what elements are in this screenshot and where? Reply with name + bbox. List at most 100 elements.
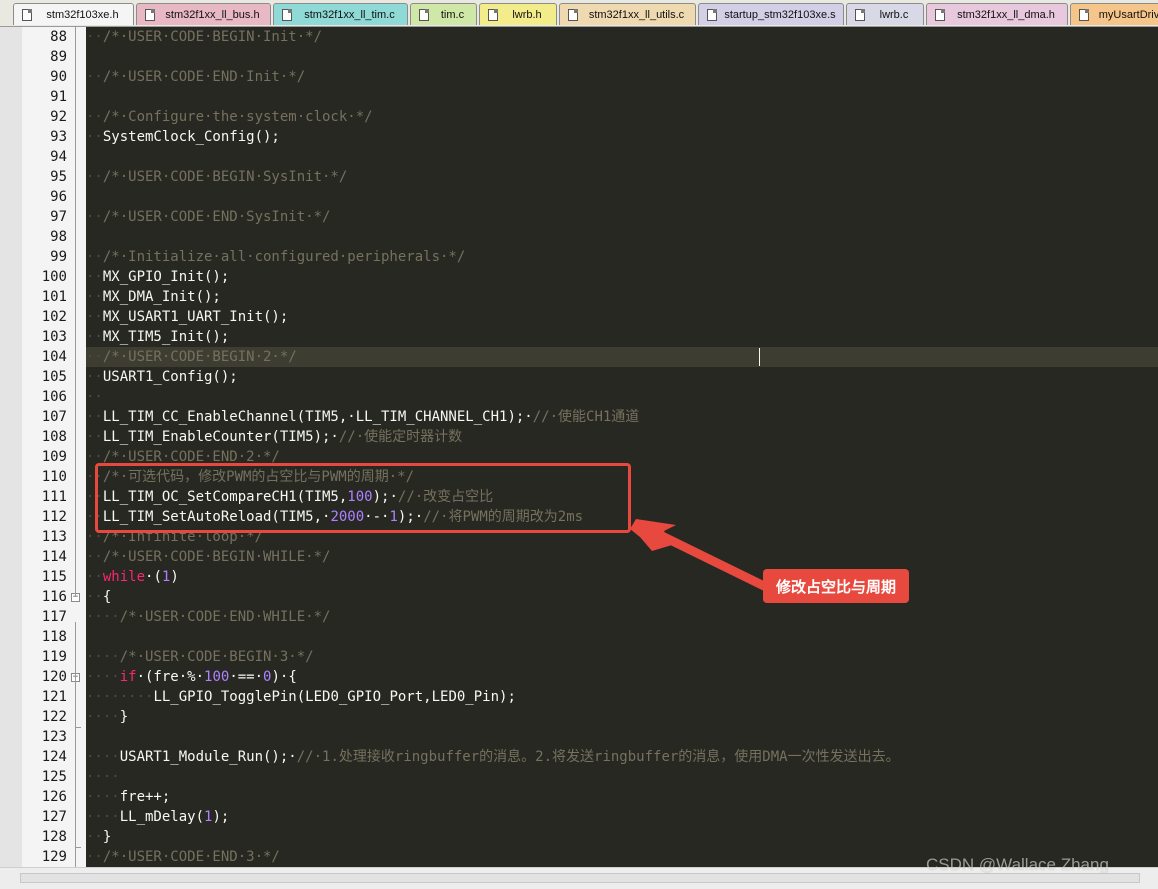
code-line[interactable]: ··} [86,827,1158,847]
code-token: ); [212,809,230,825]
code-line[interactable]: ··MX_TIM5_Init(); [86,327,1158,347]
code-token: if [119,669,137,685]
code-line[interactable]: ··USART1_Config(); [86,367,1158,387]
doc-icon [568,8,578,21]
tab-label: stm32f1xx_ll_bus.h [165,8,260,21]
tab-tim-c[interactable]: tim.c [410,3,477,25]
code-line[interactable]: ········LL_GPIO_TogglePin(LED0_GPIO_Port… [86,687,1158,707]
code-line[interactable] [86,227,1158,247]
code-token: ·==· [229,669,264,685]
tab-startup-stm32f103xe-s[interactable]: startup_stm32f103xe.s [698,3,844,25]
whitespace-marker: ···· [86,749,120,765]
whitespace-marker: ·· [86,209,103,225]
code-line[interactable]: ··/*·USER·CODE·END·SysInit·*/ [86,207,1158,227]
code-line[interactable]: ··{ [86,587,1158,607]
code-line[interactable]: ··LL_TIM_EnableCounter(TIM5);·//·使能定时器计数 [86,427,1158,447]
code-line[interactable]: ··LL_TIM_CC_EnableChannel(TIM5,·LL_TIM_C… [86,407,1158,427]
whitespace-marker: ·· [86,309,103,325]
code-token: /*·USER·CODE·BEGIN·Init·*/ [102,29,323,45]
code-token: /*·Initialize·all·configured·peripherals… [102,249,466,265]
tab-stm32f1xx-ll-bus-h[interactable]: stm32f1xx_ll_bus.h [136,3,271,25]
whitespace-marker: ···· [86,669,120,685]
code-token: LL_TIM_EnableCounter(TIM5);· [102,429,339,445]
line-number: 116 [41,589,67,605]
code-token: /*·USER·CODE·END·WHILE·*/ [119,609,331,625]
tab-myusartdriv[interactable]: myUsartDriv [1070,3,1158,25]
line-number: 111 [41,489,67,505]
whitespace-marker: ·· [86,409,103,425]
code-token: /*·Configure·the·system·clock·*/ [102,109,373,125]
tab-lwrb-c[interactable]: lwrb.c [846,3,924,25]
code-line[interactable]: ··/*·USER·CODE·BEGIN·2·*/ [86,347,1158,367]
code-line[interactable]: ··/*·USER·CODE·BEGIN·SysInit·*/ [86,167,1158,187]
whitespace-marker: ·· [86,829,103,845]
whitespace-marker: ·· [86,69,103,85]
code-token: { [102,589,112,605]
code-line[interactable]: ··/*·USER·CODE·BEGIN·WHILE·*/ [86,547,1158,567]
whitespace-marker: ·· [86,329,103,345]
code-line[interactable]: ····fre++; [86,787,1158,807]
code-line[interactable]: ··MX_USART1_UART_Init(); [86,307,1158,327]
code-line[interactable]: ····} [86,707,1158,727]
line-number: 122 [41,709,67,725]
whitespace-marker: ···· [86,789,120,805]
doc-modified-icon [419,8,429,21]
whitespace-marker: ········ [86,689,154,705]
code-token: //·使能定时器计数 [338,429,463,445]
tab-label: myUsartDriv [1098,8,1158,21]
line-number: 95 [50,169,67,185]
code-line[interactable] [86,87,1158,107]
code-line[interactable]: ····/*·USER·CODE·END·WHILE·*/ [86,607,1158,627]
line-number: 108 [41,429,67,445]
whitespace-marker: ···· [86,809,120,825]
code-line[interactable]: ··/*·Initialize·all·configured·periphera… [86,247,1158,267]
code-token: /*·USER·CODE·BEGIN·WHILE·*/ [102,549,331,565]
code-line[interactable] [86,187,1158,207]
code-line[interactable]: ···· [86,767,1158,787]
code-token: //·使能CH1通道 [532,409,640,425]
line-number: 88 [50,29,67,45]
code-line[interactable]: ··MX_GPIO_Init(); [86,267,1158,287]
tab-label: startup_stm32f103xe.s [724,8,836,21]
line-number: 104 [41,349,67,365]
tab-stm32f1xx-ll-utils-c[interactable]: stm32f1xx_ll_utils.c [559,3,696,25]
line-number: 93 [50,129,67,145]
code-token: while [102,569,146,585]
code-line[interactable]: ····USART1_Module_Run();·//·1.处理接收ringbu… [86,747,1158,767]
fold-guide [75,622,76,872]
whitespace-marker: ·· [86,29,103,45]
code-line[interactable]: ··SystemClock_Config(); [86,127,1158,147]
code-line[interactable]: ·· [86,387,1158,407]
tab-stm32f103xe-h[interactable]: stm32f103xe.h [13,3,134,25]
doc-icon [935,8,945,21]
code-editor[interactable]: ··/*·USER·CODE·BEGIN·Init·*/··/*·USER·CO… [86,27,1158,867]
code-line[interactable]: ····LL_mDelay(1); [86,807,1158,827]
code-line[interactable] [86,47,1158,67]
tab-lwrb-h[interactable]: lwrb.h [479,3,557,25]
code-line[interactable]: ··/*·USER·CODE·END·Init·*/ [86,67,1158,87]
tab-stm32f1xx-ll-dma-h[interactable]: stm32f1xx_ll_dma.h [926,3,1068,25]
tab-stm32f1xx-ll-tim-c[interactable]: stm32f1xx_ll_tim.c [273,3,408,25]
doc-icon [145,8,155,21]
line-number: 101 [41,289,67,305]
code-token: LL_GPIO_TogglePin(LED0_GPIO_Port,LED0_Pi… [153,689,516,705]
code-line[interactable]: ··/*·Configure·the·system·clock·*/ [86,107,1158,127]
whitespace-marker: ···· [86,609,120,625]
code-line[interactable] [86,147,1158,167]
code-line[interactable]: ··MX_DMA_Init(); [86,287,1158,307]
line-number: 106 [41,389,67,405]
whitespace-marker: ···· [86,769,120,785]
code-line[interactable] [86,727,1158,747]
code-token: MX_DMA_Init(); [102,289,221,305]
code-line[interactable]: ····if·(fre·%·100·==·0)·{ [86,667,1158,687]
code-line[interactable] [86,627,1158,647]
code-token: )·{ [271,669,297,685]
code-token: ) [170,569,179,585]
line-number: 102 [41,309,67,325]
whitespace-marker: ·· [86,429,103,445]
code-line[interactable]: ··while·(1) [86,567,1158,587]
code-line[interactable]: ··/*·USER·CODE·BEGIN·Init·*/ [86,27,1158,47]
code-line[interactable]: ····/*·USER·CODE·BEGIN·3·*/ [86,647,1158,667]
tab-label: stm32f1xx_ll_utils.c [588,8,685,21]
line-number: 124 [41,749,67,765]
